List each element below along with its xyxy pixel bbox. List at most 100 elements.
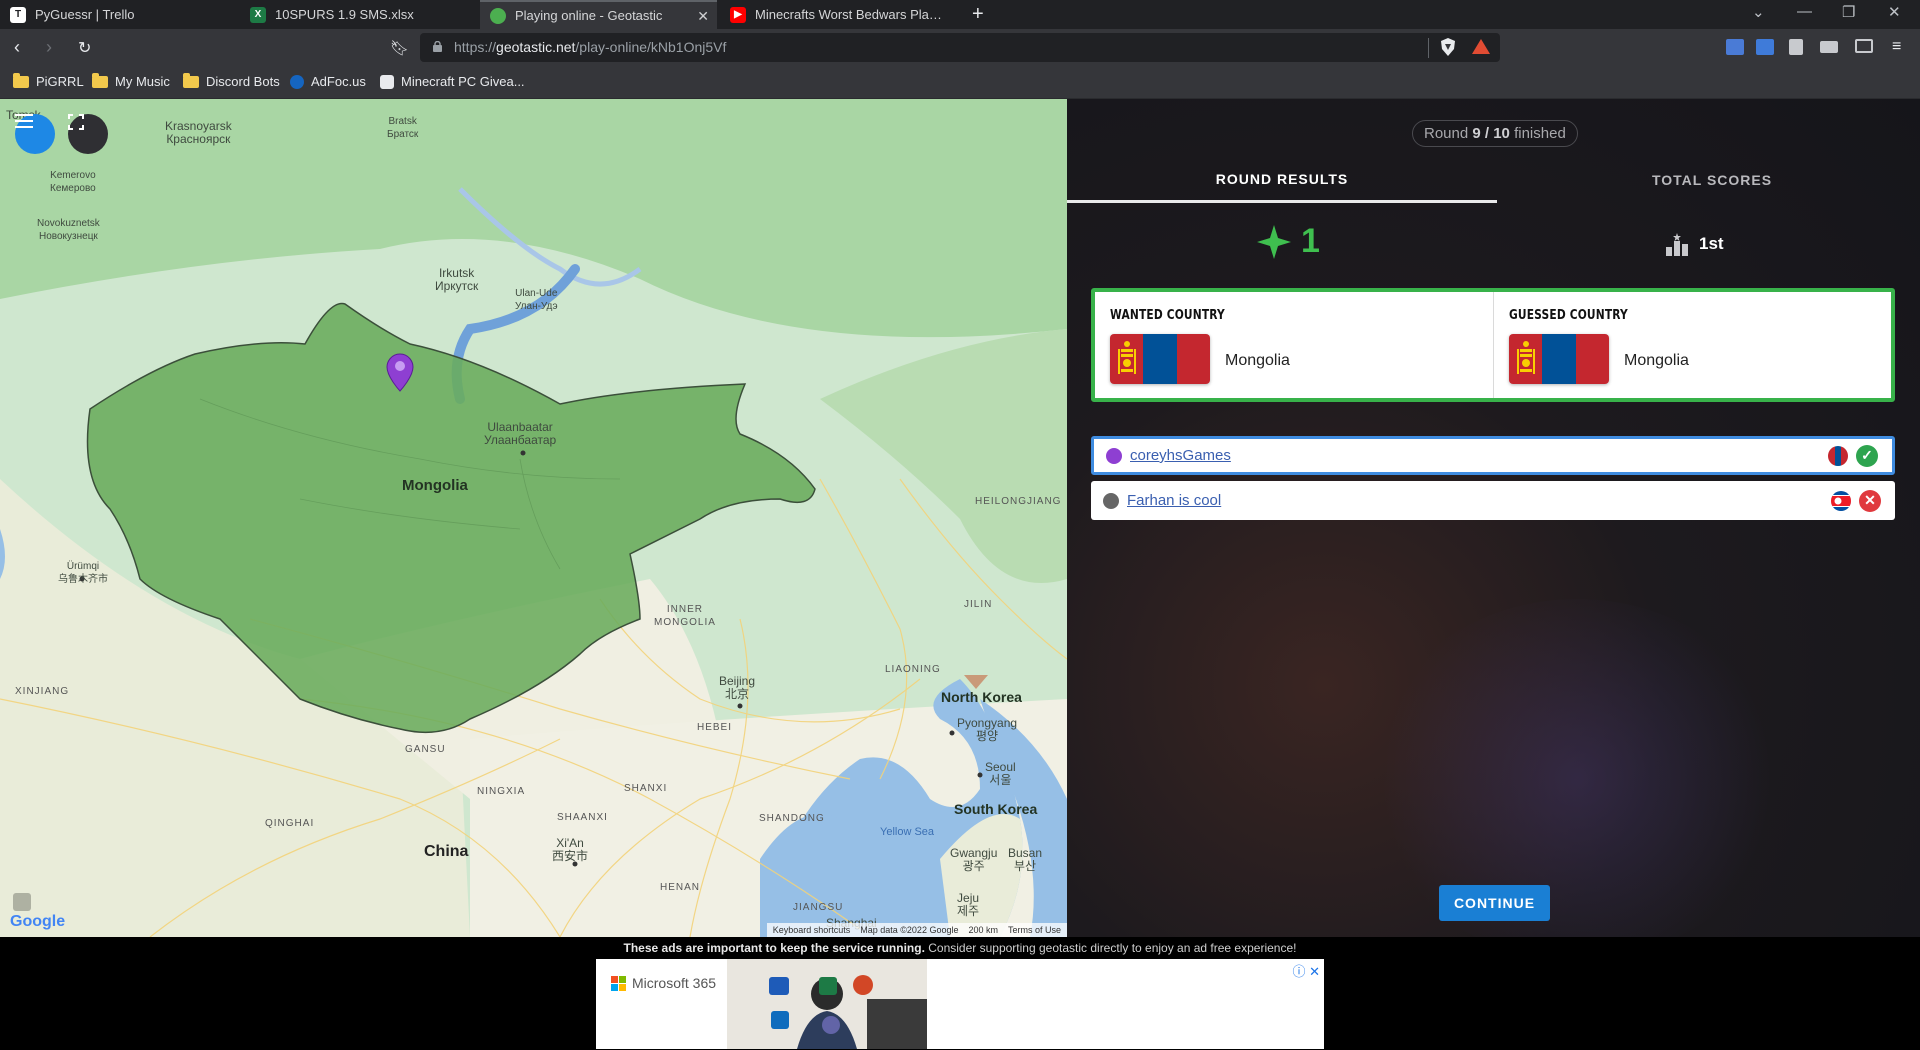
folder-icon: [92, 72, 108, 88]
wallet-icon[interactable]: [1855, 39, 1873, 53]
ad-notice: These ads are important to keep the serv…: [623, 941, 1297, 955]
restore-icon[interactable]: ❐: [1842, 3, 1855, 21]
map-label-north-korea: North Korea: [941, 689, 1022, 705]
map-label-china: China: [424, 843, 469, 860]
check-icon: ✓: [1856, 444, 1878, 467]
reading-list-icon[interactable]: [1820, 41, 1838, 53]
tab-trello[interactable]: T PyGuessr | Trello: [0, 0, 237, 29]
tab-title: PyGuessr | Trello: [35, 7, 135, 22]
navigation-bar: ‹ › ↻ 🔖︎ https://geotastic.net/play-onli…: [0, 29, 1920, 67]
map-label-bratsk: Bratsk Братск: [387, 116, 419, 140]
map-label-liaoning: LIAONING: [885, 664, 941, 675]
menu-button[interactable]: [15, 114, 55, 154]
fullscreen-button[interactable]: [68, 114, 108, 154]
country-comparison-card: WANTED COUNTRY Mongolia GUESSED COUNTRY …: [1091, 288, 1895, 402]
bookmark-my-music[interactable]: My Music: [92, 72, 170, 89]
map-label-xian: Xi'An 西安市: [552, 836, 589, 863]
map-label-krasnoyarsk: Krasnoyarsk Красноярск: [165, 119, 232, 146]
url-text: https://geotastic.net/play-online/kNb1On…: [454, 39, 727, 55]
continue-button[interactable]: CONTINUE: [1439, 885, 1550, 921]
tab-excel[interactable]: X 10SPURS 1.9 SMS.xlsx: [240, 0, 477, 29]
map-label-mongolia: Mongolia: [402, 477, 468, 494]
tab-search-icon[interactable]: ⌄: [1752, 3, 1765, 21]
map-label-gwangju: Gwangju 광주: [950, 846, 998, 873]
mongolia-flag-icon: [1509, 334, 1609, 384]
tab-youtube[interactable]: ▶ Minecrafts Worst Bedwars Player - You: [720, 0, 957, 29]
wanted-country-section: WANTED COUNTRY Mongolia: [1095, 292, 1493, 398]
bookmark-pigrrl[interactable]: PiGRRL: [13, 72, 84, 89]
map-label-irkutsk: Irkutsk Иркутск: [435, 266, 479, 293]
wanted-country-label: WANTED COUNTRY: [1110, 308, 1225, 323]
map-label-novokuznetsk: Novokuznetsk Новокузнецк: [37, 218, 100, 242]
forward-icon[interactable]: ›: [46, 37, 52, 58]
map-label-xinjiang: XINJIANG: [15, 686, 70, 697]
player-name-link[interactable]: Farhan is cool: [1127, 492, 1221, 509]
map-data-text: Map data ©2022 Google: [860, 925, 959, 935]
tab-round-results[interactable]: ROUND RESULTS: [1067, 157, 1497, 203]
map-label-shaanxi: SHAANXI: [557, 812, 608, 823]
tab-title: Minecrafts Worst Bedwars Player - You: [755, 7, 945, 22]
back-icon[interactable]: ‹: [14, 37, 20, 58]
map-label-pyongyang: Pyongyang 평양: [957, 716, 1018, 743]
mongolia-flag-icon: [1828, 445, 1848, 466]
bookmark-icon[interactable]: 🔖︎: [390, 39, 409, 57]
hamburger-icon: [15, 114, 33, 128]
map-view[interactable]: Tomsk KrasnoyarskКрасноярск BratskБратск…: [0, 99, 1067, 937]
brave-shields-icon[interactable]: [1440, 38, 1456, 56]
player-row[interactable]: coreyhsGames ✓: [1091, 436, 1895, 475]
reload-icon[interactable]: ↻: [78, 38, 91, 58]
bookmark-discord-bots[interactable]: Discord Bots: [183, 72, 280, 89]
close-tab-icon[interactable]: ✕: [697, 8, 709, 25]
ad-close-icon[interactable]: ⓘ ✕: [1292, 961, 1320, 980]
trello-icon: T: [10, 6, 26, 23]
cross-icon: ✕: [1859, 489, 1881, 512]
ad-image: [727, 959, 927, 1049]
google-translate-icon[interactable]: [1756, 39, 1774, 55]
mongolia-flag-icon: [1110, 334, 1210, 384]
menu-icon[interactable]: ≡: [1892, 38, 1901, 56]
microsoft-logo-icon: [611, 975, 626, 991]
avatar: [1103, 492, 1119, 509]
results-panel: Round 9 / 10 finished ROUND RESULTS TOTA…: [1067, 99, 1920, 937]
address-bar[interactable]: https://geotastic.net/play-online/kNb1On…: [420, 33, 1500, 62]
fullscreen-icon: [68, 114, 84, 130]
keyboard-shortcuts-link[interactable]: Keyboard shortcuts: [773, 925, 851, 935]
map-label-seoul: Seoul 서울: [985, 760, 1016, 787]
google-logo: Google: [10, 913, 66, 930]
bookmark-adfocus[interactable]: AdFoc.us: [290, 74, 366, 89]
map-label-kemerovo: Kemerovo Кемерово: [50, 170, 96, 194]
map-label-heilongjiang: HEILONGJIANG: [975, 496, 1062, 507]
player-name-link[interactable]: coreyhsGames: [1130, 447, 1231, 464]
player-row[interactable]: Farhan is cool ✕: [1091, 481, 1895, 520]
map-label-yellow-sea: Yellow Sea: [880, 826, 935, 838]
excel-icon: X: [250, 6, 266, 23]
map-label-ningxia: NINGXIA: [477, 786, 526, 797]
map-label-jeju: Jeju 제주: [957, 891, 980, 918]
round-status-badge: Round 9 / 10 finished: [1412, 120, 1578, 147]
new-tab-icon[interactable]: +: [972, 3, 984, 26]
extension-translate-icon[interactable]: [1726, 39, 1744, 55]
tab-geotastic[interactable]: Playing online - Geotastic ✕: [480, 0, 717, 29]
map-label-south-korea: South Korea: [954, 801, 1038, 817]
map-label-jilin: JILIN: [964, 599, 993, 610]
tab-title: Playing online - Geotastic: [515, 8, 663, 23]
terms-link[interactable]: Terms of Use: [1008, 925, 1061, 935]
close-window-icon[interactable]: ✕: [1888, 3, 1901, 21]
brave-rewards-icon[interactable]: [1472, 39, 1490, 54]
ad-bar: These ads are important to keep the serv…: [0, 937, 1920, 1050]
youtube-icon: ▶: [730, 6, 746, 23]
tab-total-scores[interactable]: TOTAL SCORES: [1497, 157, 1920, 203]
street-view-icon[interactable]: [13, 893, 31, 911]
lock-icon: [433, 41, 442, 52]
map-label-ulan-ude: Ulan-Ude Улан-Удэ: [515, 288, 558, 312]
extensions-icon[interactable]: [1789, 39, 1803, 55]
advertisement[interactable]: Microsoft 365 ⓘ ✕: [596, 959, 1324, 1049]
sparkle-icon: [1257, 224, 1291, 259]
map-scale[interactable]: 200 km: [968, 925, 998, 935]
rank-value: 1st: [1699, 234, 1724, 253]
guessed-country-name: Mongolia: [1624, 352, 1689, 369]
bookmark-minecraft-giveaway[interactable]: Minecraft PC Givea...: [380, 74, 525, 89]
ad-brand: Microsoft 365: [611, 975, 716, 991]
minimize-icon[interactable]: —: [1797, 3, 1812, 20]
podium-icon: [1666, 233, 1688, 256]
